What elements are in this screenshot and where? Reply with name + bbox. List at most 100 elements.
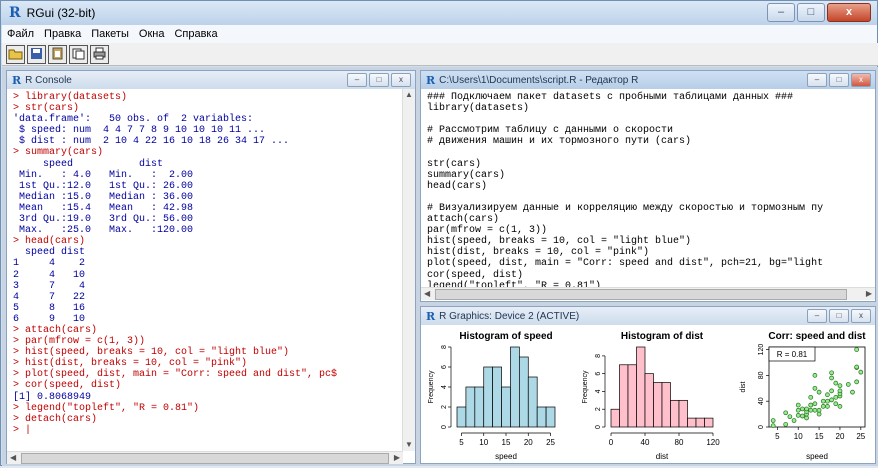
histogram-bar xyxy=(670,399,680,428)
scatter-point xyxy=(858,369,864,375)
histogram-bar xyxy=(510,346,520,428)
y-tick-label: 0 xyxy=(758,425,765,429)
histogram-bar xyxy=(474,386,485,428)
editor-text-area[interactable]: ### Подключаем пакет datasets с пробными… xyxy=(421,89,875,289)
mdi-client-area: R R Console – □ x > library(datasets) > s… xyxy=(2,67,878,466)
editor-code-line: head(cars) xyxy=(427,180,488,192)
console-output[interactable]: > library(datasets) > str(cars)'data.fram… xyxy=(7,89,415,447)
editor-minimize-button[interactable]: – xyxy=(807,73,827,87)
y-tick-label: 80 xyxy=(758,371,765,379)
legend-text: R = 0.81 xyxy=(777,350,808,359)
y-tick-label: 2 xyxy=(595,407,602,411)
x-tick-label: 20 xyxy=(836,432,845,441)
console-input-line: > head(cars) xyxy=(13,236,86,248)
r-logo-icon: R xyxy=(9,5,21,21)
scatter-point xyxy=(850,389,855,395)
x-axis-label: speed xyxy=(806,452,828,461)
scatter-point xyxy=(825,392,830,398)
x-axis-label: speed xyxy=(495,452,517,461)
editor-code-line: ### Подключаем пакет datasets с пробными… xyxy=(427,92,794,103)
y-tick-label: 4 xyxy=(595,389,602,393)
menu-help[interactable]: Справка xyxy=(169,28,222,40)
console-input-line: > | xyxy=(13,424,32,436)
y-axis-label: Frequency xyxy=(582,370,589,404)
editor-code-line: summary(cars) xyxy=(427,169,506,181)
console-maximize-button[interactable]: □ xyxy=(369,73,389,87)
scatter-point xyxy=(770,418,776,423)
close-button[interactable]: x xyxy=(827,3,871,22)
console-hscroll-thumb[interactable] xyxy=(21,453,389,464)
scatter-point xyxy=(837,388,843,394)
maximize-button[interactable]: □ xyxy=(797,3,825,22)
console-output-line: speed dist xyxy=(13,247,86,259)
editor-code-line: par(mfrow = c(1, 3)) xyxy=(427,225,548,237)
x-tick-label: 80 xyxy=(675,438,684,447)
console-output-line: Max. :25.0 Max. :120.00 xyxy=(13,225,206,237)
editor-hscroll-thumb[interactable] xyxy=(435,289,847,300)
open-folder-icon[interactable] xyxy=(6,44,25,64)
console-vertical-scrollbar[interactable]: ▲ ▼ xyxy=(402,89,415,451)
console-title: R Console xyxy=(25,74,72,86)
scroll-left-icon[interactable]: ◀ xyxy=(10,453,16,463)
menu-windows[interactable]: Окна xyxy=(134,28,170,40)
editor-code-line: cor(speed, dist) xyxy=(427,269,524,281)
menu-file[interactable]: Файл xyxy=(2,28,39,40)
scroll-right-icon[interactable]: ▶ xyxy=(866,289,872,299)
console-input-line: > str(cars) xyxy=(13,103,80,115)
histogram-bar xyxy=(545,406,556,428)
console-minimize-button[interactable]: – xyxy=(347,73,367,87)
console-window[interactable]: R R Console – □ x > library(datasets) > s… xyxy=(6,70,416,464)
editor-close-button[interactable]: x xyxy=(851,73,871,87)
save-icon[interactable] xyxy=(27,44,46,64)
copy-icon[interactable] xyxy=(69,44,88,64)
histogram-bar xyxy=(501,386,511,428)
histogram-bar xyxy=(695,417,705,428)
scatter-point xyxy=(833,401,839,407)
x-tick-label: 25 xyxy=(856,432,865,441)
histogram-bar xyxy=(536,406,547,428)
console-input-line: > attach(cars) xyxy=(13,324,98,336)
scatter-point xyxy=(833,380,839,386)
editor-code-line: attach(cars) xyxy=(427,214,500,226)
scatter-point xyxy=(829,388,834,394)
menubar: Файл Правка Пакеты Окна Справка xyxy=(2,25,877,43)
toolbar xyxy=(2,43,878,66)
editor-window[interactable]: R C:\Users\1\Documents\script.R - Редакт… xyxy=(420,70,876,302)
scatter-point xyxy=(816,411,822,417)
editor-maximize-button[interactable]: □ xyxy=(829,73,849,87)
menu-edit[interactable]: Правка xyxy=(39,28,86,40)
console-output-line: 5 8 16 xyxy=(13,302,86,314)
scroll-left-icon[interactable]: ◀ xyxy=(424,289,430,299)
editor-horizontal-scrollbar[interactable]: ◀ ▶ xyxy=(421,287,875,300)
histogram-bar xyxy=(610,408,620,428)
graphics-minimize-button[interactable]: – xyxy=(807,309,827,323)
print-icon[interactable] xyxy=(90,44,109,64)
scroll-up-icon[interactable]: ▲ xyxy=(405,90,413,100)
console-horizontal-scrollbar[interactable]: ◀ ▶ xyxy=(7,451,403,464)
console-close-button[interactable]: x xyxy=(391,73,411,87)
graphics-window[interactable]: R R Graphics: Device 2 (ACTIVE) – □ x Hi… xyxy=(420,306,876,464)
scroll-right-icon[interactable]: ▶ xyxy=(394,453,400,463)
graphics-maximize-button[interactable]: □ xyxy=(829,309,849,323)
console-titlebar: R R Console – □ x xyxy=(7,71,415,89)
x-tick-label: 25 xyxy=(546,438,555,447)
x-tick-label: 0 xyxy=(609,438,614,447)
scatter-point xyxy=(812,373,818,378)
scatter-point xyxy=(829,370,834,376)
app-titlebar: R RGui (32-bit) – □ x xyxy=(1,1,877,25)
editor-code-line: library(datasets) xyxy=(427,103,530,115)
histogram-bar xyxy=(619,364,629,428)
x-tick-label: 5 xyxy=(775,432,780,441)
histogram-bar xyxy=(636,346,646,428)
menu-packages[interactable]: Пакеты xyxy=(86,28,134,40)
graphics-close-button[interactable]: x xyxy=(851,309,871,323)
scroll-down-icon[interactable]: ▼ xyxy=(405,440,413,450)
y-tick-label: 0 xyxy=(595,425,602,429)
console-input-line: > detach(cars) xyxy=(13,413,98,425)
minimize-button[interactable]: – xyxy=(767,3,795,22)
paste-icon[interactable] xyxy=(48,44,67,64)
x-tick-label: 120 xyxy=(706,438,720,447)
editor-code-line: # движения машин и их тормозного пути (c… xyxy=(427,136,692,148)
graphics-titlebar: R R Graphics: Device 2 (ACTIVE) – □ x xyxy=(421,307,875,325)
scatter-point xyxy=(787,414,793,420)
